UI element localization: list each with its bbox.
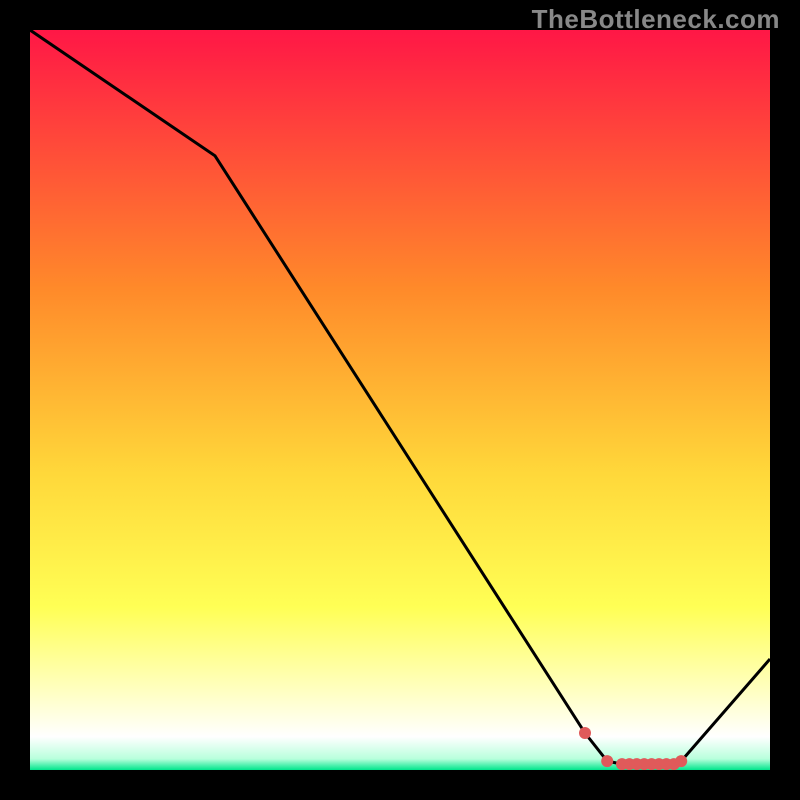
series-marker (579, 727, 591, 739)
gradient-background (30, 30, 770, 770)
chart-container: TheBottleneck.com (0, 0, 800, 800)
series-marker (601, 755, 613, 767)
plot-area (30, 30, 770, 770)
series-marker (675, 755, 687, 767)
plot-svg (30, 30, 770, 770)
